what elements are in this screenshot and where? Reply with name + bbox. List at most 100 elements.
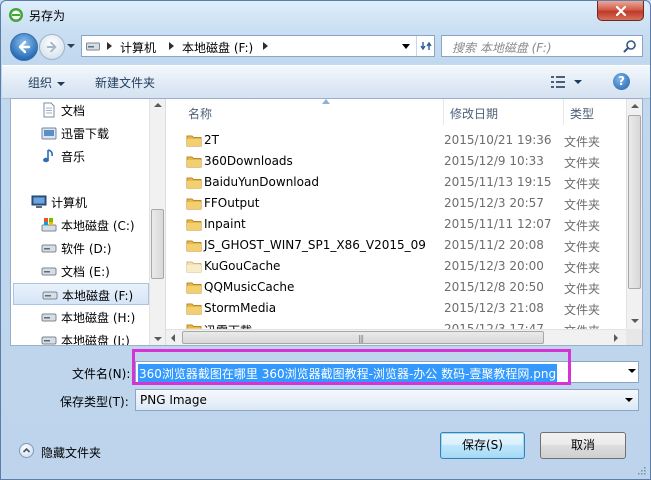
nav-item-label: 文档 (61, 104, 86, 118)
file-date: 2015/12/8 20:50 (444, 280, 544, 294)
scroll-right-icon[interactable] (614, 334, 618, 342)
scroll-up-icon[interactable] (154, 103, 162, 107)
breadcrumb-separator-icon[interactable] (262, 41, 269, 51)
nav-item-computer[interactable]: 计算机 (11, 191, 149, 213)
file-name: QQMusicCache (204, 280, 295, 294)
nav-item-label: 软件 (D:) (61, 242, 112, 256)
caret-down-icon (57, 81, 66, 86)
address-history-button[interactable] (396, 36, 416, 56)
nav-item-drive-h[interactable]: 本地磁盘 (H:) (11, 306, 149, 328)
arrow-right-icon (46, 41, 57, 53)
new-folder-button[interactable]: 新建文件夹 (95, 74, 155, 91)
nav-item-drive-e[interactable]: 文档 (E:) (11, 260, 149, 282)
recent-locations-chevron-down-icon[interactable] (66, 41, 76, 51)
nav-item-label: 计算机 (51, 196, 88, 210)
file-name: 360Downloads (204, 154, 293, 168)
file-date: 2015/12/9 10:33 (444, 154, 544, 168)
refresh-button[interactable] (416, 36, 435, 56)
folder-icon (186, 282, 202, 294)
table-row[interactable]: QQMusicCache 2015/12/8 20:50 文件夹 (182, 277, 626, 298)
file-name: FFOutput (204, 196, 260, 210)
table-row[interactable]: FFOutput 2015/12/3 20:57 文件夹 (182, 193, 626, 214)
table-row[interactable]: BaiduYunDownload 2015/11/13 19:15 文件夹 (182, 172, 626, 193)
file-date: 2015/10/21 19:36 (444, 133, 552, 147)
folder-icon (186, 303, 202, 315)
vertical-scroll-thumb[interactable] (628, 115, 641, 289)
music-icon (43, 149, 53, 163)
file-list: 名称 修改日期 类型 2T 2015/10/21 19:36 文件夹 360Do… (166, 99, 642, 345)
file-name: Inpaint (204, 217, 246, 231)
breadcrumb-computer[interactable]: 计算机 (120, 39, 156, 56)
cancel-button[interactable]: 取消 (540, 432, 626, 459)
back-button[interactable] (10, 33, 38, 61)
nav-item-drive-d[interactable]: 软件 (D:) (11, 237, 149, 259)
window-title: 另存为 (29, 9, 66, 23)
column-header-name[interactable]: 名称 (182, 99, 444, 125)
table-row[interactable]: StormMedia 2015/12/3 21:08 文件夹 (182, 298, 626, 319)
help-icon[interactable]: ? (613, 73, 630, 90)
grip-icon: ||| (358, 334, 364, 343)
breadcrumb-separator-icon[interactable] (168, 41, 175, 51)
breadcrumb-drive-f[interactable]: 本地磁盘 (F:) (182, 39, 253, 56)
file-type: 文件夹 (564, 261, 601, 275)
file-date: 2015/11/13 19:15 (444, 175, 552, 189)
resize-grip-icon[interactable] (636, 465, 646, 475)
view-options-icon[interactable] (550, 74, 566, 90)
nav-item-drive-f[interactable]: 本地磁盘 (F:) (13, 283, 149, 305)
file-list-vertical-scrollbar[interactable] (626, 99, 642, 329)
forward-button[interactable] (39, 34, 65, 60)
chevron-down-icon[interactable] (625, 398, 633, 402)
scroll-down-icon[interactable] (154, 337, 162, 341)
file-date: 2015/12/3 21:08 (444, 301, 544, 315)
file-type: 文件夹 (564, 282, 601, 296)
save-button[interactable]: 保存(S) (440, 432, 525, 459)
column-header-date[interactable]: 修改日期 (444, 99, 564, 125)
search-input[interactable]: 搜索 本地磁盘 (F:) (441, 35, 643, 57)
nav-item-documents[interactable]: 文档 (11, 99, 149, 121)
table-row[interactable]: 360Downloads 2015/12/9 10:33 文件夹 (182, 151, 626, 172)
nav-scroll-thumb[interactable] (151, 209, 164, 279)
organize-menu[interactable]: 组织 (28, 74, 66, 91)
search-placeholder: 搜索 本地磁盘 (F:) (452, 41, 552, 55)
drive-icon (86, 42, 100, 51)
chevron-down-icon[interactable] (628, 369, 636, 373)
nav-item-label: 文档 (E:) (61, 265, 110, 279)
scroll-up-icon[interactable] (631, 104, 639, 108)
scrollbar-corner (626, 329, 642, 345)
title-bar: 另存为 (1, 1, 650, 29)
annotation-highlight-box (132, 349, 571, 385)
nav-item-label: 本地磁盘 (H:) (61, 311, 136, 325)
browser-icon (9, 8, 23, 22)
table-row[interactable]: KuGouCache 2015/12/3 20:00 文件夹 (182, 256, 626, 277)
system-drive-icon (41, 218, 57, 232)
nav-pane-scrollbar[interactable] (149, 99, 165, 345)
file-name: BaiduYunDownload (204, 175, 319, 189)
folder-icon (186, 198, 202, 210)
nav-item-music[interactable]: 音乐 (11, 145, 149, 167)
table-row[interactable]: JS_GHOST_WIN7_SP1_X86_V2015_09 2015/11/2… (182, 235, 626, 256)
save-type-select[interactable]: PNG Image (135, 389, 639, 411)
breadcrumb-separator-icon[interactable] (106, 41, 113, 51)
nav-item-drive-c[interactable]: 本地磁盘 (C:) (11, 214, 149, 236)
drive-icon (41, 244, 57, 253)
nav-item-xunlei-downloads[interactable]: 迅雷下载 (11, 122, 149, 144)
column-type-label: 类型 (570, 107, 595, 121)
view-menu-caret-icon[interactable] (574, 80, 582, 84)
close-button[interactable] (597, 1, 644, 21)
folder-icon (186, 219, 202, 231)
table-row[interactable]: 2T 2015/10/21 19:36 文件夹 (182, 130, 626, 151)
table-row[interactable]: Inpaint 2015/11/11 12:07 文件夹 (182, 214, 626, 235)
search-icon[interactable] (623, 39, 637, 53)
organize-label: 组织 (28, 76, 53, 90)
column-header-type[interactable]: 类型 (564, 99, 626, 125)
scroll-down-icon[interactable] (631, 319, 639, 323)
filename-label: 文件名(N): (72, 367, 131, 381)
horizontal-scroll-thumb[interactable]: ||| (182, 331, 544, 344)
navigation-pane: 文档 迅雷下载 音乐 计算机 本地磁盘 (C:) 软件 (D:) 文档 (E:)… (11, 99, 166, 345)
nav-item-drive-i[interactable]: 本地磁盘 (I:) (11, 329, 149, 345)
address-bar[interactable]: 计算机 本地磁盘 (F:) (81, 35, 435, 57)
file-list-horizontal-scrollbar[interactable]: ||| (166, 329, 626, 345)
file-type: 文件夹 (564, 198, 601, 212)
scroll-left-icon[interactable] (171, 334, 175, 342)
collapse-icon (19, 443, 34, 458)
